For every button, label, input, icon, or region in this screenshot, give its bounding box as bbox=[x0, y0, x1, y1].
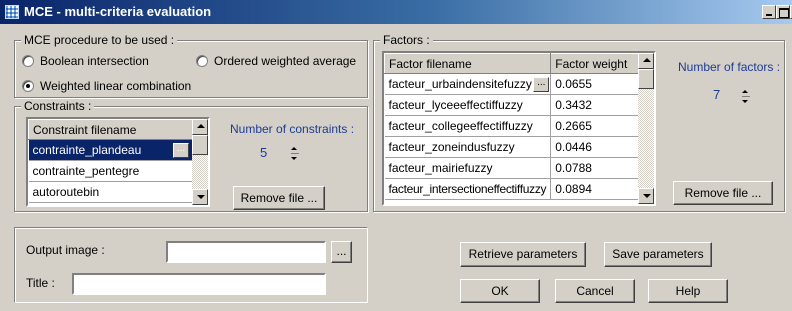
constraint-filename-cell: contrainte_plandeau bbox=[32, 142, 142, 157]
retrieve-parameters-button[interactable]: Retrieve parameters bbox=[460, 242, 586, 267]
maximize-button[interactable] bbox=[776, 5, 790, 19]
table-row[interactable]: facteur_mairiefuzzy 0.0788 bbox=[384, 157, 640, 179]
constraint-filename-cell: contrainte_pentegre bbox=[28, 160, 194, 182]
scroll-up-button[interactable] bbox=[638, 53, 654, 69]
help-button[interactable]: Help bbox=[648, 279, 728, 303]
factor-filename-header[interactable]: Factor filename bbox=[384, 53, 552, 74]
constraints-scrollbar[interactable] bbox=[192, 119, 208, 205]
factor-filename-cell: facteur_lyceeeffectiffuzzy bbox=[384, 94, 552, 116]
factor-filename-cell: facteur_zoneindusfuzzy bbox=[384, 136, 552, 158]
arrow-down-icon bbox=[197, 195, 205, 199]
app-grid-icon bbox=[5, 5, 19, 19]
radio-label: Ordered weighted average bbox=[214, 54, 357, 68]
browse-cell-button[interactable]: ... bbox=[173, 142, 189, 158]
constraints-grid[interactable]: Constraint filename contrainte_plandeau.… bbox=[26, 117, 210, 207]
scroll-down-button[interactable] bbox=[638, 188, 654, 204]
radio-weighted-linear-combination[interactable]: Weighted linear combination bbox=[22, 79, 191, 93]
factor-filename-cell: facteur_intersectioneffectiffuzzy bbox=[384, 178, 552, 200]
factor-weight-cell[interactable]: 0.0655 bbox=[550, 73, 640, 95]
cancel-button[interactable]: Cancel bbox=[555, 279, 635, 303]
radio-selected-icon bbox=[22, 80, 34, 92]
title-bar[interactable]: MCE - multi-criteria evaluation bbox=[0, 0, 792, 24]
table-row[interactable]: facteur_urbaindensitefuzzy... 0.0655 bbox=[384, 73, 640, 95]
factors-grid[interactable]: Factor filename Factor weight facteur_ur… bbox=[382, 51, 656, 206]
ok-button[interactable]: OK bbox=[460, 279, 540, 303]
constraint-filename-header[interactable]: Constraint filename bbox=[28, 119, 194, 140]
arrow-up-icon bbox=[197, 124, 205, 128]
procedure-legend: MCE procedure to be used : bbox=[21, 33, 178, 47]
factor-filename-cell: facteur_mairiefuzzy bbox=[384, 157, 552, 179]
factor-weight-header[interactable]: Factor weight bbox=[550, 53, 640, 74]
factor-weight-cell[interactable]: 0.2665 bbox=[550, 115, 640, 137]
factors-scrollbar[interactable] bbox=[638, 53, 654, 204]
factor-filename-cell: facteur_urbaindensitefuzzy bbox=[388, 76, 532, 91]
radio-boolean-intersection[interactable]: Boolean intersection bbox=[22, 54, 149, 68]
factors-count-spinner[interactable] bbox=[738, 87, 754, 107]
scroll-thumb[interactable] bbox=[192, 135, 208, 155]
mce-dialog: MCE - multi-criteria evaluation MCE proc… bbox=[0, 0, 792, 311]
constraint-filename-cell: autoroutebin bbox=[28, 181, 194, 203]
table-row[interactable]: facteur_zoneindusfuzzy 0.0446 bbox=[384, 136, 640, 158]
spin-down-icon[interactable] bbox=[738, 97, 754, 107]
factors-count-value: 7 bbox=[713, 87, 721, 102]
table-row[interactable]: facteur_lyceeeffectiffuzzy 0.3432 bbox=[384, 94, 640, 116]
browse-cell-button[interactable]: ... bbox=[533, 76, 550, 92]
table-row[interactable]: contrainte_pentegre bbox=[28, 160, 194, 182]
constraints-count-spinner[interactable] bbox=[287, 144, 303, 164]
table-row[interactable]: facteur_intersectioneffectiffuzzy 0.0894 bbox=[384, 178, 640, 200]
arrow-up-icon bbox=[643, 58, 651, 62]
remove-factor-button[interactable]: Remove file ... bbox=[673, 181, 773, 205]
title-input[interactable] bbox=[72, 273, 326, 295]
radio-circle-icon bbox=[22, 55, 34, 67]
constraints-legend: Constraints : bbox=[21, 99, 95, 113]
output-image-input[interactable] bbox=[166, 241, 326, 263]
scroll-thumb[interactable] bbox=[638, 69, 654, 89]
factor-weight-cell[interactable]: 0.0894 bbox=[550, 178, 640, 200]
output-image-label: Output image : bbox=[26, 243, 105, 257]
radio-ordered-weighted-average[interactable]: Ordered weighted average bbox=[196, 54, 356, 68]
browse-output-button[interactable]: ... bbox=[331, 241, 352, 263]
scroll-up-button[interactable] bbox=[192, 119, 208, 135]
factor-weight-cell[interactable]: 0.0446 bbox=[550, 136, 640, 158]
factor-weight-cell[interactable]: 0.3432 bbox=[550, 94, 640, 116]
window-title: MCE - multi-criteria evaluation bbox=[24, 4, 212, 19]
constraints-count-label: Number of constraints : bbox=[230, 122, 355, 136]
save-parameters-button[interactable]: Save parameters bbox=[604, 242, 712, 267]
factor-weight-cell[interactable]: 0.0788 bbox=[550, 157, 640, 179]
factor-filename-cell: facteur_collegeeffectiffuzzy bbox=[384, 115, 552, 137]
table-row[interactable]: autoroutebin bbox=[28, 181, 194, 203]
radio-label: Boolean intersection bbox=[40, 54, 149, 68]
spin-down-icon[interactable] bbox=[287, 154, 303, 164]
remove-constraint-button[interactable]: Remove file ... bbox=[233, 186, 325, 210]
radio-label: Weighted linear combination bbox=[40, 79, 192, 93]
constraints-count-value: 5 bbox=[260, 145, 268, 160]
factors-legend: Factors : bbox=[380, 33, 433, 47]
scroll-down-button[interactable] bbox=[192, 189, 208, 205]
factors-count-label: Number of factors : bbox=[678, 60, 781, 74]
arrow-down-icon bbox=[643, 194, 651, 198]
minimize-button[interactable] bbox=[762, 5, 776, 19]
title-label: Title : bbox=[26, 276, 55, 290]
table-row[interactable]: contrainte_plandeau... bbox=[28, 139, 194, 161]
table-row[interactable]: facteur_collegeeffectiffuzzy 0.2665 bbox=[384, 115, 640, 137]
radio-circle-icon bbox=[196, 55, 208, 67]
